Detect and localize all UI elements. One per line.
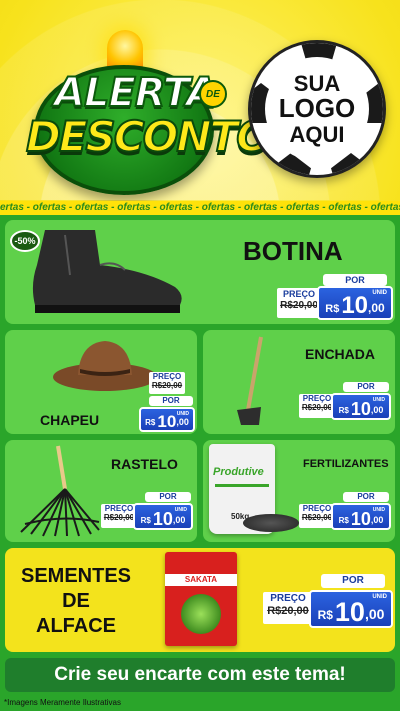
old-price-chapeu: R$20,00: [151, 381, 183, 390]
new-price-sementes: UNID R$ 10 ,00: [309, 590, 393, 628]
old-price-box-fertilizantes: PREÇO R$20,00: [299, 504, 335, 528]
sementes-line3: ALFACE: [36, 615, 116, 637]
currency-enchada: R$: [338, 406, 349, 415]
preco-label-sementes: PREÇO: [270, 593, 306, 604]
old-price-botina: R$20,00: [280, 300, 318, 311]
product-name-rastelo: RASTELO: [111, 456, 178, 472]
product-name-sementes: SEMENTES DE ALFACE: [11, 564, 141, 639]
sementes-line2: DE: [62, 590, 90, 612]
unid-chapeu: UNID: [176, 411, 189, 417]
price-int-rastelo: 10: [152, 509, 173, 529]
product-card-sementes[interactable]: SEMENTES DE ALFACE SAKATA POR PREÇO R$20…: [5, 548, 395, 652]
product-name-botina: BOTINA: [243, 236, 343, 266]
por-label-fertilizantes: POR: [343, 492, 389, 502]
old-price-enchada: R$20,00: [301, 403, 333, 412]
ofertas-ticker: ertas - ofertas - ofertas - ofertas - of…: [0, 201, 400, 215]
new-price-enchada: UNID R$ 10 ,00: [331, 393, 391, 420]
product-card-rastelo[interactable]: RASTELO POR PREÇO R$20,00 UNID R$ 10 ,00: [5, 440, 197, 542]
logo-inner: SUA LOGO AQUI: [265, 57, 369, 161]
old-price-box-botina: PREÇO R$20,00: [277, 288, 321, 318]
currency-chapeu: R$: [145, 418, 156, 427]
old-price-rastelo: R$20,00: [103, 513, 135, 522]
currency-rastelo: R$: [140, 516, 151, 525]
price-dec-enchada: ,00: [370, 405, 384, 415]
hat-image: [53, 341, 157, 391]
discount-badge-botina: -50%: [10, 230, 40, 252]
logo-line-sua: SUA: [293, 71, 341, 97]
unid-sementes: UNID: [372, 594, 387, 600]
logo-text-wrap: SUA LOGO AQUI: [251, 43, 383, 175]
sementes-line1: SEMENTES: [20, 565, 132, 587]
hoe-image: [237, 336, 263, 425]
product-name-enchada: ENCHADA: [305, 346, 375, 362]
price-int-sementes: 10: [334, 597, 365, 627]
price-dec-chapeu: ,00: [176, 417, 189, 427]
product-card-chapeu[interactable]: CHAPEU PREÇO R$20,00 POR UNID R$ 10 ,00: [5, 330, 197, 434]
logo-placeholder-soccer-ball[interactable]: SUA LOGO AQUI: [248, 40, 386, 178]
price-dec-fertilizantes: ,00: [370, 515, 384, 525]
price-dec-sementes: ,00: [364, 606, 385, 622]
por-label-sementes: POR: [321, 574, 385, 588]
currency-fertilizantes: R$: [338, 516, 349, 525]
old-price-sementes: R$20,00: [267, 605, 309, 617]
new-price-botina: UNID R$ 10 ,00: [317, 286, 393, 320]
unid-fertilizantes: UNID: [372, 507, 385, 513]
seed-pack-image: SAKATA: [165, 552, 237, 646]
preco-label-enchada: PREÇO: [302, 394, 332, 403]
old-price-box-enchada: PREÇO R$20,00: [299, 394, 335, 418]
logo-line-aqui: AQUI: [289, 121, 345, 147]
old-price-box-sementes: PREÇO R$20,00: [263, 592, 313, 624]
old-price-box-rastelo: PREÇO R$20,00: [101, 504, 137, 528]
new-price-rastelo: UNID R$ 10 ,00: [133, 503, 193, 530]
product-name-fertilizantes: FERTILIZANTES: [303, 458, 389, 470]
product-card-enchada[interactable]: ENCHADA POR PREÇO R$20,00 UNID R$ 10 ,00: [203, 330, 395, 434]
por-label-chapeu: POR: [149, 396, 193, 406]
preco-label-rastelo: PREÇO: [104, 504, 134, 513]
disclaimer-note: *Imagens Meramente Ilustrativas: [4, 698, 121, 707]
currency-sementes: R$: [317, 608, 333, 622]
preco-label-chapeu: PREÇO: [152, 372, 182, 381]
siren-icon: [107, 30, 143, 70]
price-dec-rastelo: ,00: [172, 515, 186, 525]
old-price-fertilizantes: R$20,00: [301, 513, 333, 522]
header: ALERTA DE DESCONTO SUA LOGO AQUI: [0, 0, 400, 200]
bag-brand: Produtive: [213, 466, 264, 478]
logo-line-logo: LOGO: [278, 93, 356, 124]
price-int-chapeu: 10: [157, 412, 177, 431]
new-price-chapeu: UNID R$ 10 ,00: [139, 407, 195, 432]
preco-label-botina: PREÇO: [282, 289, 315, 299]
cta-banner[interactable]: Crie seu encarte com este tema!: [5, 658, 395, 692]
rake-image: [20, 445, 100, 537]
currency-botina: R$: [325, 303, 340, 315]
product-card-fertilizantes[interactable]: Produtive 50kg FERTILIZANTES POR PREÇO R…: [203, 440, 395, 542]
title-desconto: DESCONTO: [25, 111, 273, 162]
new-price-fertilizantes: UNID R$ 10 ,00: [331, 503, 391, 530]
title-de: DE: [199, 80, 227, 108]
por-label-botina: POR: [323, 274, 387, 286]
product-name-chapeu: CHAPEU: [40, 412, 100, 428]
seed-pack-brand: SAKATA: [165, 574, 237, 586]
por-label-enchada: POR: [343, 382, 389, 392]
price-int-fertilizantes: 10: [350, 509, 371, 529]
price-int-enchada: 10: [350, 399, 371, 419]
unid-rastelo: UNID: [174, 507, 187, 513]
unid-enchada: UNID: [372, 397, 385, 403]
preco-label-fertilizantes: PREÇO: [302, 504, 332, 513]
por-label-rastelo: POR: [145, 492, 191, 502]
fertilizer-pile: [243, 514, 299, 532]
bag-stripe: [215, 484, 269, 487]
alerta-desconto-badge: ALERTA DE DESCONTO: [14, 30, 273, 195]
product-card-botina[interactable]: BOTINA POR PREÇO R$20,00 UNID R$ 10 ,00: [5, 220, 395, 324]
old-price-box-chapeu: PREÇO R$20,00: [149, 372, 185, 394]
boot-image: [32, 230, 182, 313]
unid-botina: UNID: [372, 290, 387, 296]
lettuce-icon: [181, 594, 221, 634]
price-dec-botina: ,00: [368, 301, 385, 315]
title-alerta: ALERTA: [53, 69, 218, 117]
price-int-botina: 10: [341, 292, 369, 319]
